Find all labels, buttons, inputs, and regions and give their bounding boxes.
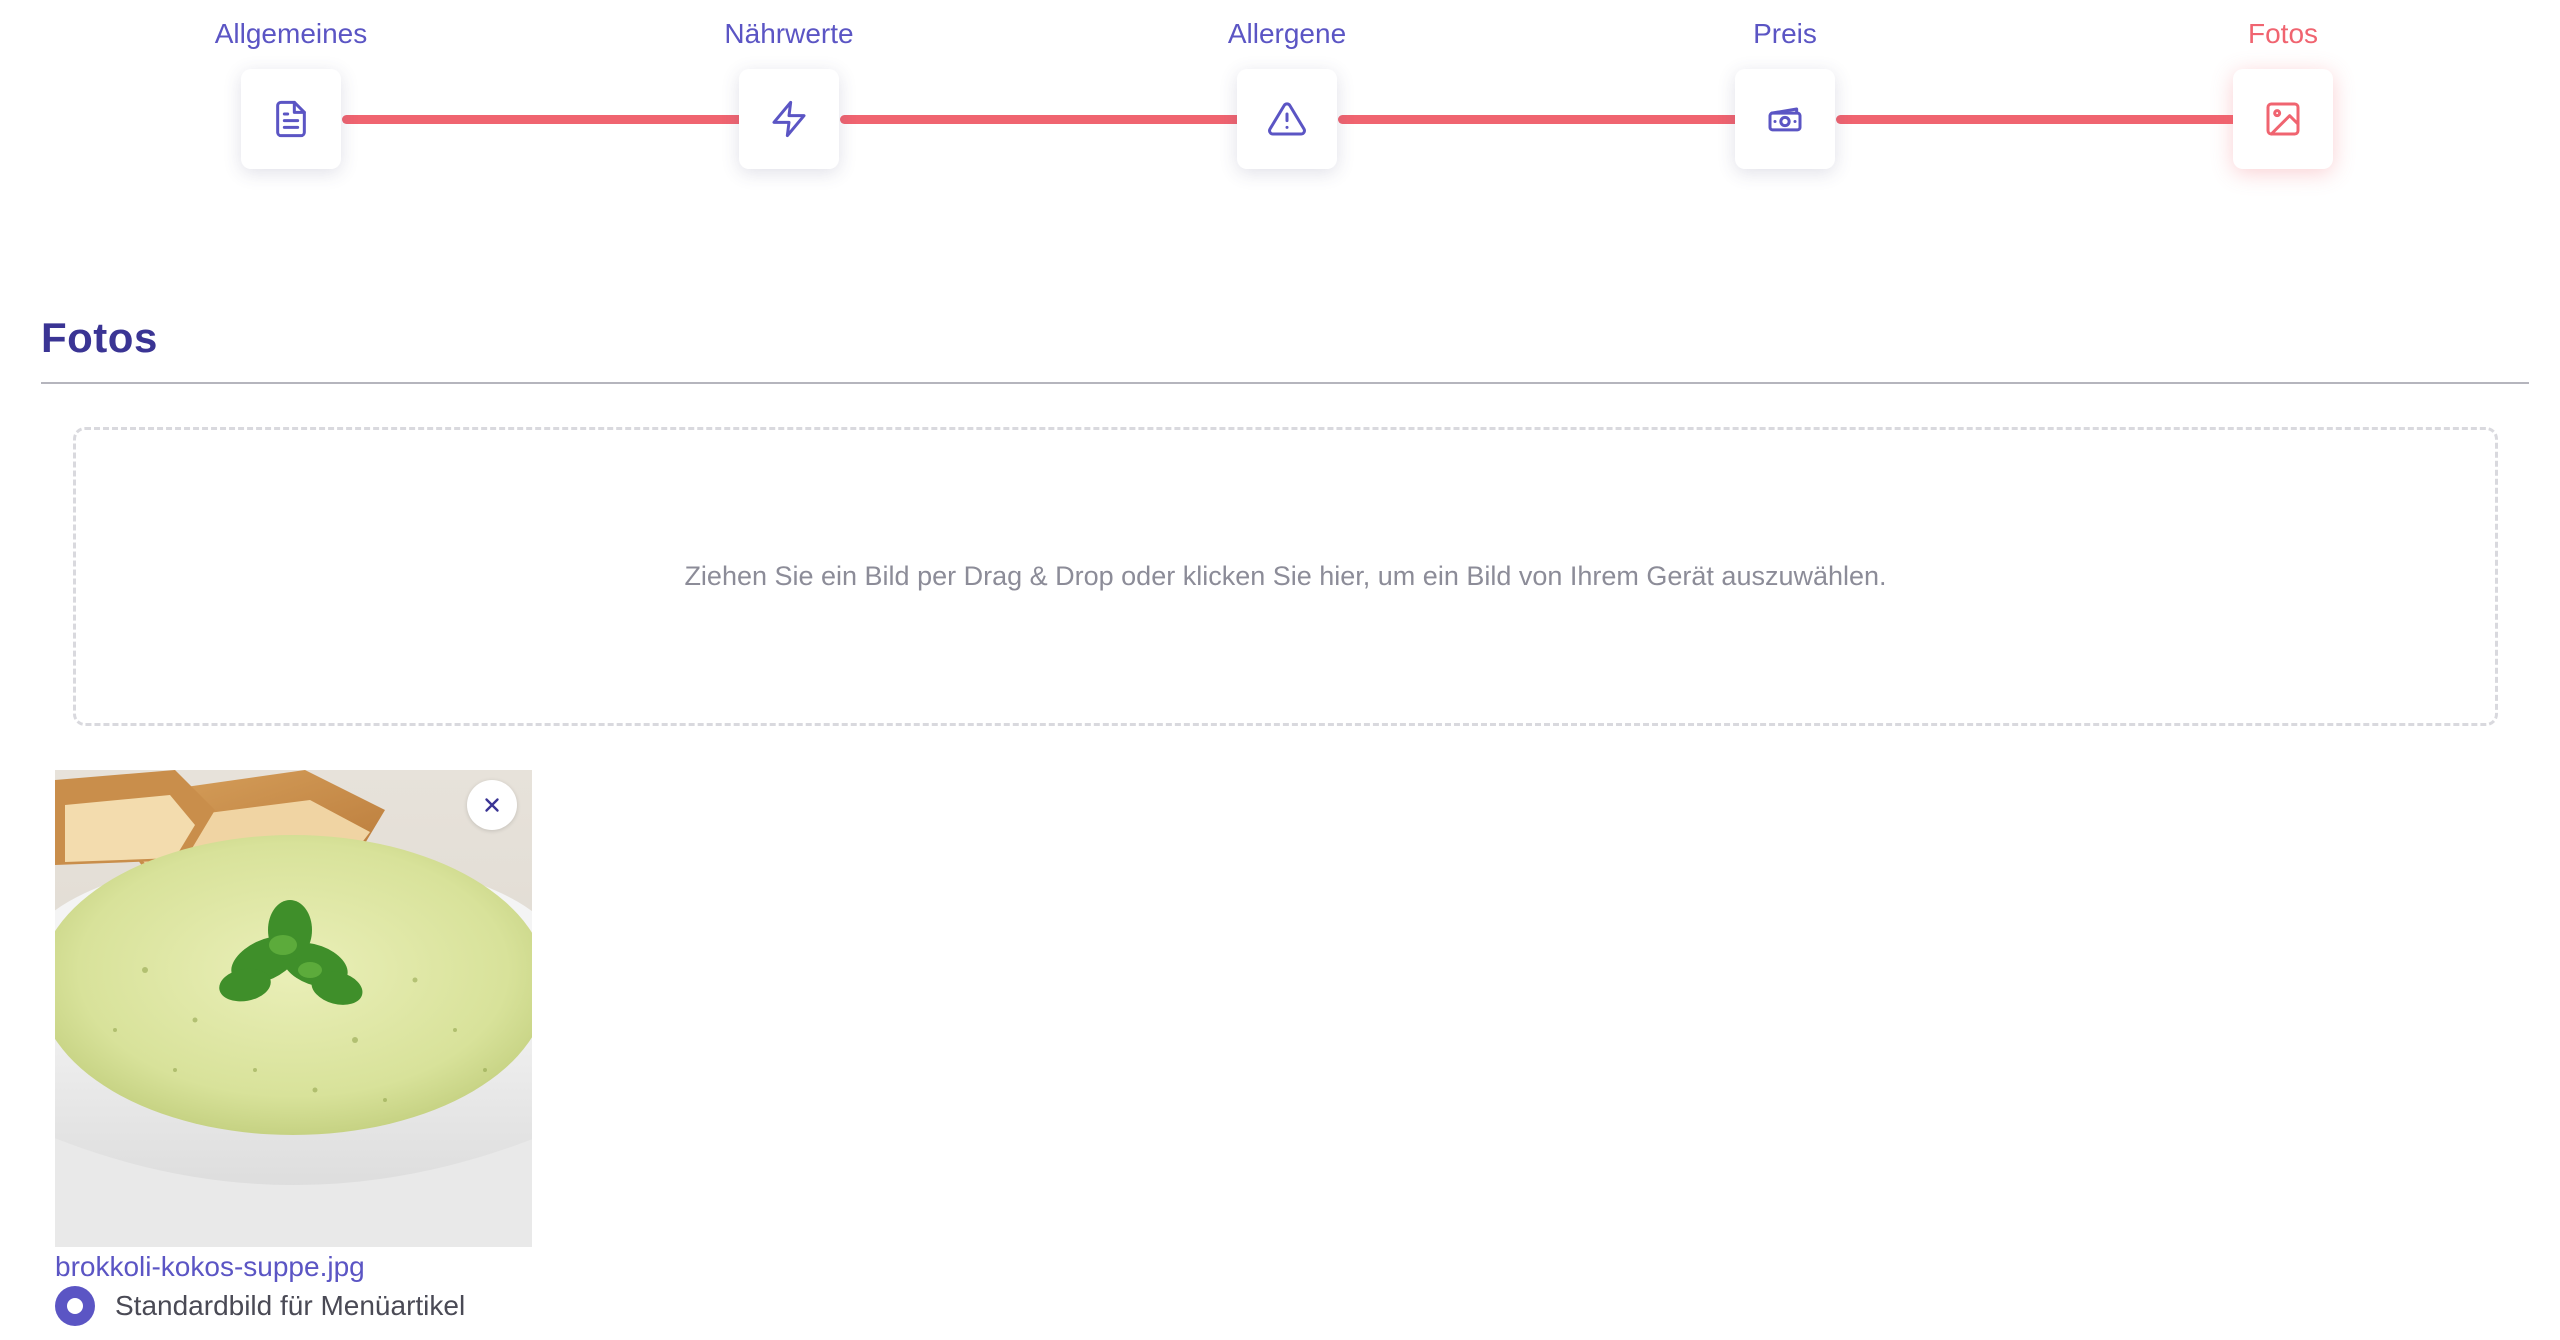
dropzone-instructions: Ziehen Sie ein Bild per Drag & Drop oder… <box>684 561 1887 591</box>
document-icon <box>276 100 306 138</box>
section-title: Fotos <box>41 314 158 361</box>
step-allgemeines[interactable]: Allgemeines <box>141 0 441 169</box>
section-divider <box>41 382 2529 384</box>
lightning-icon <box>772 100 806 138</box>
step-allergene[interactable]: Allergene <box>1137 0 1437 169</box>
step-icon-box[interactable] <box>241 69 341 169</box>
default-image-radio[interactable] <box>55 1286 95 1326</box>
radio-selected-dot <box>67 1298 83 1314</box>
step-preis[interactable]: Preis <box>1635 0 1935 169</box>
step-label: Fotos <box>2247 18 2319 49</box>
step-icon-box[interactable] <box>1735 69 1835 169</box>
step-label: Preis <box>1753 18 1817 49</box>
money-icon <box>1768 107 1802 132</box>
image-dropzone[interactable]: Ziehen Sie ein Bild per Drag & Drop oder… <box>73 427 2498 726</box>
warning-icon <box>1268 102 1306 136</box>
image-icon <box>2266 102 2300 136</box>
photos-step-page: Allgemeines Nährwerte Allergene Preis Fo… <box>0 0 2560 1340</box>
default-image-option[interactable]: Standardbild für Menüartikel <box>55 1286 465 1326</box>
wizard-stepper: Allgemeines Nährwerte Allergene Preis Fo… <box>0 0 2560 200</box>
step-naehrwerte[interactable]: Nährwerte <box>639 0 939 169</box>
close-icon <box>485 798 499 812</box>
step-label: Allergene <box>1227 18 1347 49</box>
step-icon-box[interactable] <box>1237 69 1337 169</box>
photo-thumbnail <box>55 770 532 1247</box>
step-icon-box[interactable] <box>2233 69 2333 169</box>
photo-file-name[interactable]: brokkoli-kokos-suppe.jpg <box>55 1250 365 1284</box>
soup-photo <box>55 770 532 1247</box>
step-label: Nährwerte <box>724 18 854 49</box>
default-image-label: Standardbild für Menüartikel <box>115 1290 466 1321</box>
step-icon-box[interactable] <box>739 69 839 169</box>
remove-photo-button[interactable] <box>467 780 517 830</box>
step-fotos[interactable]: Fotos <box>2133 0 2433 169</box>
step-label: Allgemeines <box>214 18 368 49</box>
